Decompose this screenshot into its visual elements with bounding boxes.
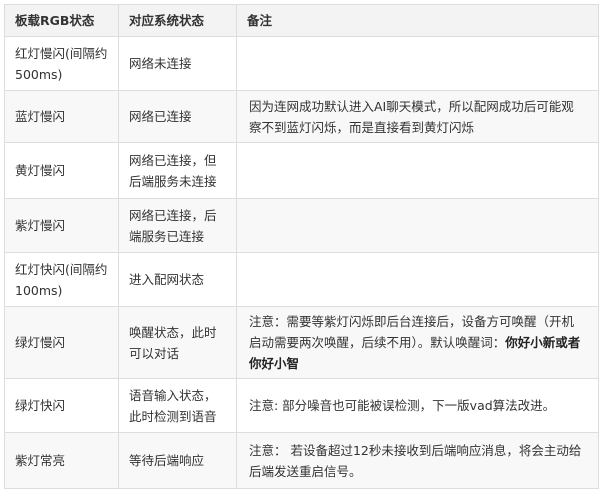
cell-note — [236, 252, 599, 307]
cell-rgb-state: 蓝灯慢闪 — [4, 90, 119, 143]
cell-note: 注意: 部分噪音也可能被误检测，下一版vad算法改进。 — [236, 378, 599, 433]
cell-system-state: 等待后端响应 — [118, 432, 237, 489]
cell-system-state: 网络已连接，后端服务已连接 — [118, 198, 237, 253]
cell-note — [236, 36, 599, 91]
cell-note: 因为连网成功默认进入AI聊天模式，所以配网成功后可能观察不到蓝灯闪烁，而是直接看… — [236, 90, 599, 143]
header-system-state: 对应系统状态 — [118, 4, 237, 37]
cell-system-state: 网络已连接，但后端服务未连接 — [118, 142, 237, 199]
table-row: 黄灯慢闪 网络已连接，但后端服务未连接 — [4, 142, 599, 199]
table-header-row: 板载RGB状态 对应系统状态 备注 — [4, 4, 599, 37]
header-notes: 备注 — [236, 4, 599, 37]
cell-rgb-state: 紫灯常亮 — [4, 432, 119, 489]
cell-note: 注意： 若设备超过12秒未接收到后端响应消息，将会主动给后端发送重启信号。 — [236, 432, 599, 489]
table-row: 蓝灯慢闪 网络已连接 因为连网成功默认进入AI聊天模式，所以配网成功后可能观察不… — [4, 90, 599, 143]
note-text: 注意： 若设备超过12秒未接收到后端响应消息，将会主动给后端发送重启信号。 — [249, 442, 582, 479]
table-row: 紫灯慢闪 网络已连接，后端服务已连接 — [4, 198, 599, 253]
table-row: 红灯快闪(间隔约100ms) 进入配网状态 — [4, 252, 599, 307]
table-row: 红灯慢闪(间隔约500ms) 网络未连接 — [4, 36, 599, 91]
table-row: 紫灯常亮 等待后端响应 注意： 若设备超过12秒未接收到后端响应消息，将会主动给… — [4, 432, 599, 489]
cell-system-state: 唤醒状态，此时可以对话 — [118, 306, 237, 379]
status-table-container: 板载RGB状态 对应系统状态 备注 红灯慢闪(间隔约500ms) 网络未连接 蓝… — [4, 4, 599, 489]
cell-rgb-state: 红灯慢闪(间隔约500ms) — [4, 36, 119, 91]
note-text: 因为连网成功默认进入AI聊天模式，所以配网成功后可能观察不到蓝灯闪烁，而是直接看… — [249, 98, 574, 135]
cell-rgb-state: 绿灯慢闪 — [4, 306, 119, 379]
cell-rgb-state: 紫灯慢闪 — [4, 198, 119, 253]
cell-system-state: 网络未连接 — [118, 36, 237, 91]
table-row: 绿灯慢闪 唤醒状态，此时可以对话 注意：需要等紫灯闪烁即后台连接后，设备方可唤醒… — [4, 306, 599, 379]
cell-rgb-state: 绿灯快闪 — [4, 378, 119, 433]
cell-note — [236, 142, 599, 199]
table-row: 绿灯快闪 语音输入状态，此时检测到语音 注意: 部分噪音也可能被误检测，下一版v… — [4, 378, 599, 433]
note-text: 注意: 部分噪音也可能被误检测，下一版vad算法改进。 — [249, 398, 556, 413]
cell-note: 注意：需要等紫灯闪烁即后台连接后，设备方可唤醒（开机启动需要两次唤醒，后续不用）… — [236, 306, 599, 379]
header-rgb-state: 板载RGB状态 — [4, 4, 119, 37]
led-status-table: 板载RGB状态 对应系统状态 备注 红灯慢闪(间隔约500ms) 网络未连接 蓝… — [4, 4, 599, 489]
cell-rgb-state: 红灯快闪(间隔约100ms) — [4, 252, 119, 307]
cell-rgb-state: 黄灯慢闪 — [4, 142, 119, 199]
cell-system-state: 网络已连接 — [118, 90, 237, 143]
cell-system-state: 进入配网状态 — [118, 252, 237, 307]
cell-system-state: 语音输入状态，此时检测到语音 — [118, 378, 237, 433]
cell-note — [236, 198, 599, 253]
